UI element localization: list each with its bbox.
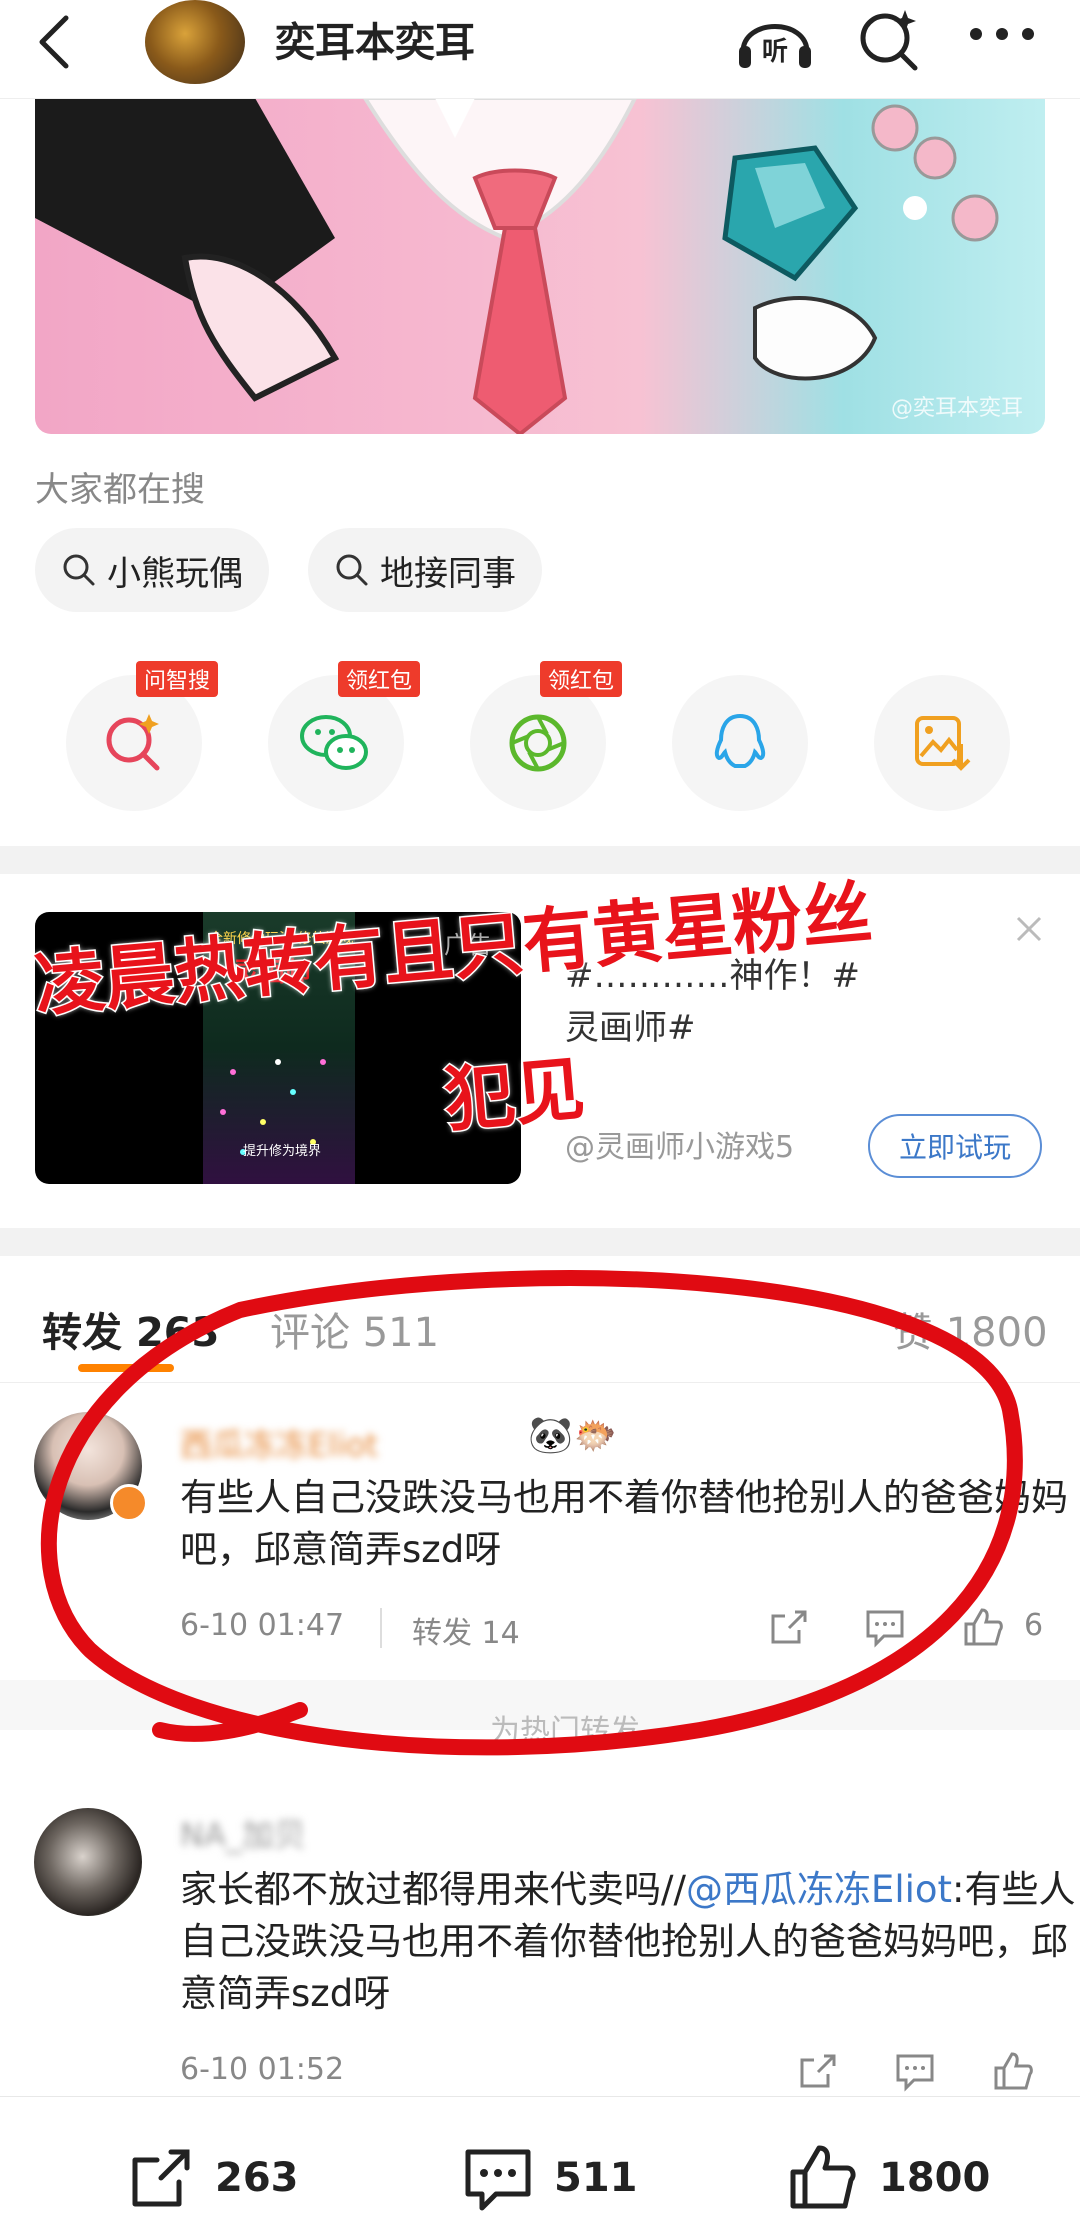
save-image-icon (915, 716, 971, 771)
search-icon (336, 554, 368, 586)
comment-author[interactable]: NA_加贝 (180, 1810, 306, 1856)
promo-tag: 领红包 (338, 661, 421, 697)
search-icon (63, 554, 95, 586)
red-circle-annotation (40, 1270, 1023, 1756)
top-bar: 奕耳本奕耳 听 (0, 0, 1080, 99)
author-avatar[interactable] (145, 0, 245, 84)
cartoon-illustration (35, 98, 999, 434)
image-watermark: @奕耳本奕耳 (890, 396, 1023, 421)
promo-tag: 领红包 (540, 661, 623, 697)
save-image-button[interactable] (874, 675, 1010, 811)
trending-search-label: 大家都在搜 (35, 470, 205, 510)
section-divider (0, 846, 1080, 874)
search-spark-icon (106, 714, 160, 771)
search-chip[interactable]: 地接同事 (308, 528, 542, 612)
like-icon[interactable] (990, 2048, 1036, 2094)
moments-icon (509, 714, 567, 772)
ad-thumb-bottom: 提升修为境界 (243, 1144, 322, 1159)
ad-username[interactable]: @灵画师小游戏5 (565, 1122, 794, 1166)
ad-text-line2: 灵画师# (565, 1008, 696, 1048)
search-chip-label: 小熊玩偶 (107, 553, 243, 594)
section-divider (0, 1228, 1080, 1256)
post-image[interactable]: @奕耳本奕耳 (35, 98, 1045, 434)
repost-icon (132, 2149, 190, 2207)
qq-icon (714, 713, 766, 768)
comment-text: 家长都不放过都得用来代卖吗//@西瓜冻冻Eliot:有些人自己没跌没马也用不着你… (180, 1864, 1080, 2020)
share-wechat-button[interactable]: 领红包 (268, 661, 421, 811)
more-icon[interactable] (968, 22, 1036, 46)
search-chip-label: 地接同事 (380, 553, 516, 594)
listen-label: 听 (762, 37, 788, 67)
listen-icon[interactable]: 听 (735, 8, 815, 72)
comment-icon (465, 2149, 531, 2211)
close-icon[interactable] (1012, 912, 1046, 946)
mention-link[interactable]: @西瓜冻冻Eliot (686, 1868, 952, 1911)
share-icon[interactable] (794, 2048, 840, 2094)
comment-icon[interactable] (892, 2048, 938, 2094)
try-now-button[interactable]: 立即试玩 (868, 1114, 1042, 1178)
search-chip[interactable]: 小熊玩偶 (35, 528, 269, 612)
overlay-caption-line2: 犯见 (440, 1046, 590, 1143)
page-title[interactable]: 奕耳本奕耳 (275, 10, 475, 68)
share-qq-button[interactable] (672, 675, 808, 811)
like-total: 1800 (879, 2155, 991, 2201)
promo-tag: 问智搜 (136, 661, 219, 697)
avatar[interactable] (34, 1808, 142, 1916)
like-icon (790, 2145, 856, 2209)
repost-total: 263 (215, 2155, 299, 2201)
back-icon[interactable] (34, 12, 74, 72)
share-moments-button[interactable]: 领红包 (470, 661, 623, 811)
like-button[interactable]: 1800 (785, 2142, 990, 2214)
comment-button[interactable]: 511 (460, 2142, 638, 2214)
search-spark-icon[interactable] (855, 6, 925, 76)
game-art (220, 1059, 326, 1155)
share-ai-search-button[interactable]: 问智搜 (66, 661, 219, 811)
repost-button[interactable]: 263 (125, 2142, 299, 2214)
comment-text-main: 家长都不放过都得用来代卖吗// (180, 1868, 686, 1911)
wechat-icon (300, 715, 368, 770)
comment-total: 511 (554, 2155, 638, 2201)
comment-time: 6-10 01:52 (180, 2052, 345, 2087)
